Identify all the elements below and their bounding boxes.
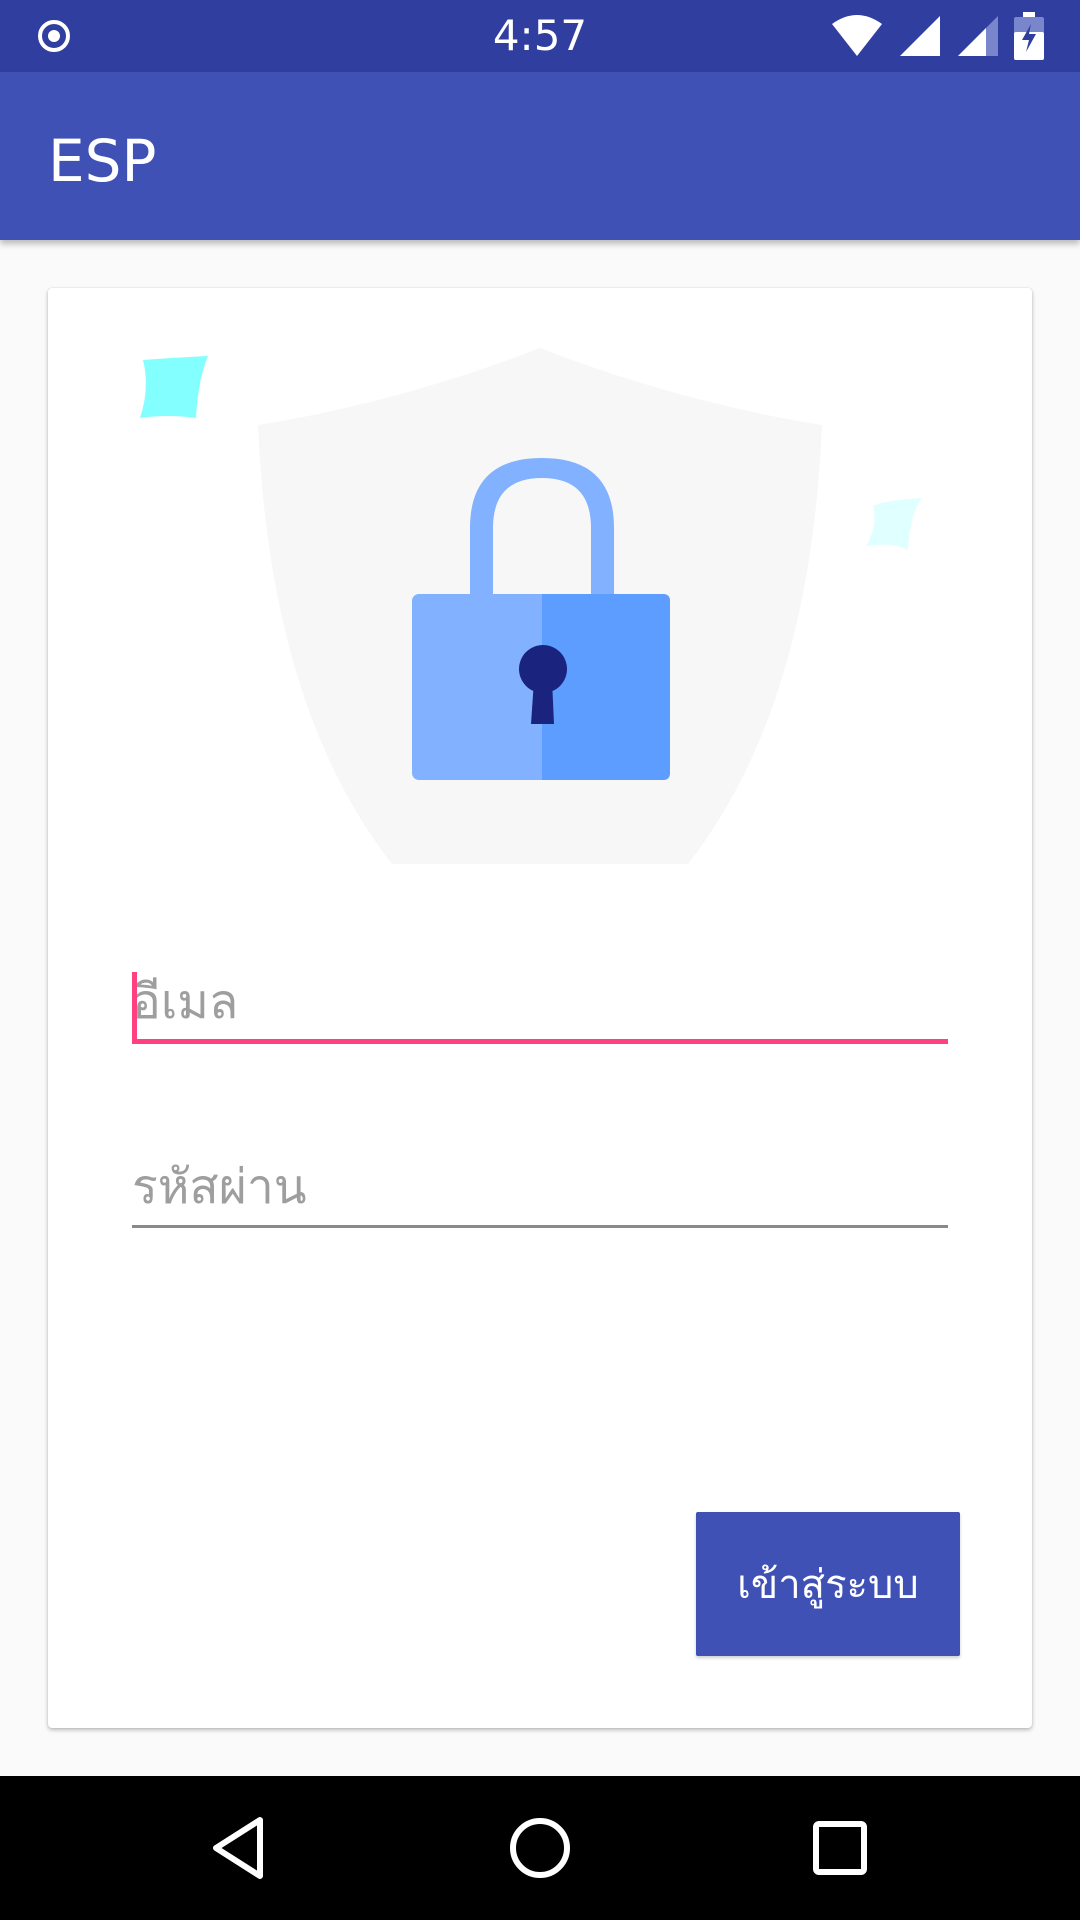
password-input[interactable] <box>132 1148 948 1225</box>
battery-charging-icon <box>1014 12 1044 60</box>
app-bar: ESP <box>0 72 1080 240</box>
sparkle-icon <box>866 498 922 550</box>
app-title: ESP <box>48 127 157 195</box>
recents-icon[interactable] <box>804 1812 876 1884</box>
login-button[interactable]: เข้าสู่ระบบ <box>696 1512 960 1656</box>
text-cursor <box>132 972 137 1044</box>
signal-weak-icon <box>958 16 998 56</box>
shield-lock-icon <box>140 348 922 864</box>
navigation-bar <box>0 1776 1080 1920</box>
status-bar: 4:57 <box>0 0 1080 72</box>
login-card: เข้าสู่ระบบ <box>48 288 1032 1728</box>
home-icon[interactable] <box>504 1812 576 1884</box>
signal-icon <box>900 16 940 56</box>
email-field[interactable] <box>132 964 948 1044</box>
email-input[interactable] <box>132 964 948 1039</box>
status-icons <box>830 12 1044 60</box>
password-field[interactable] <box>132 1148 948 1228</box>
wifi-icon <box>832 15 882 56</box>
back-icon[interactable] <box>204 1812 276 1884</box>
sparkle-icon <box>140 356 208 418</box>
